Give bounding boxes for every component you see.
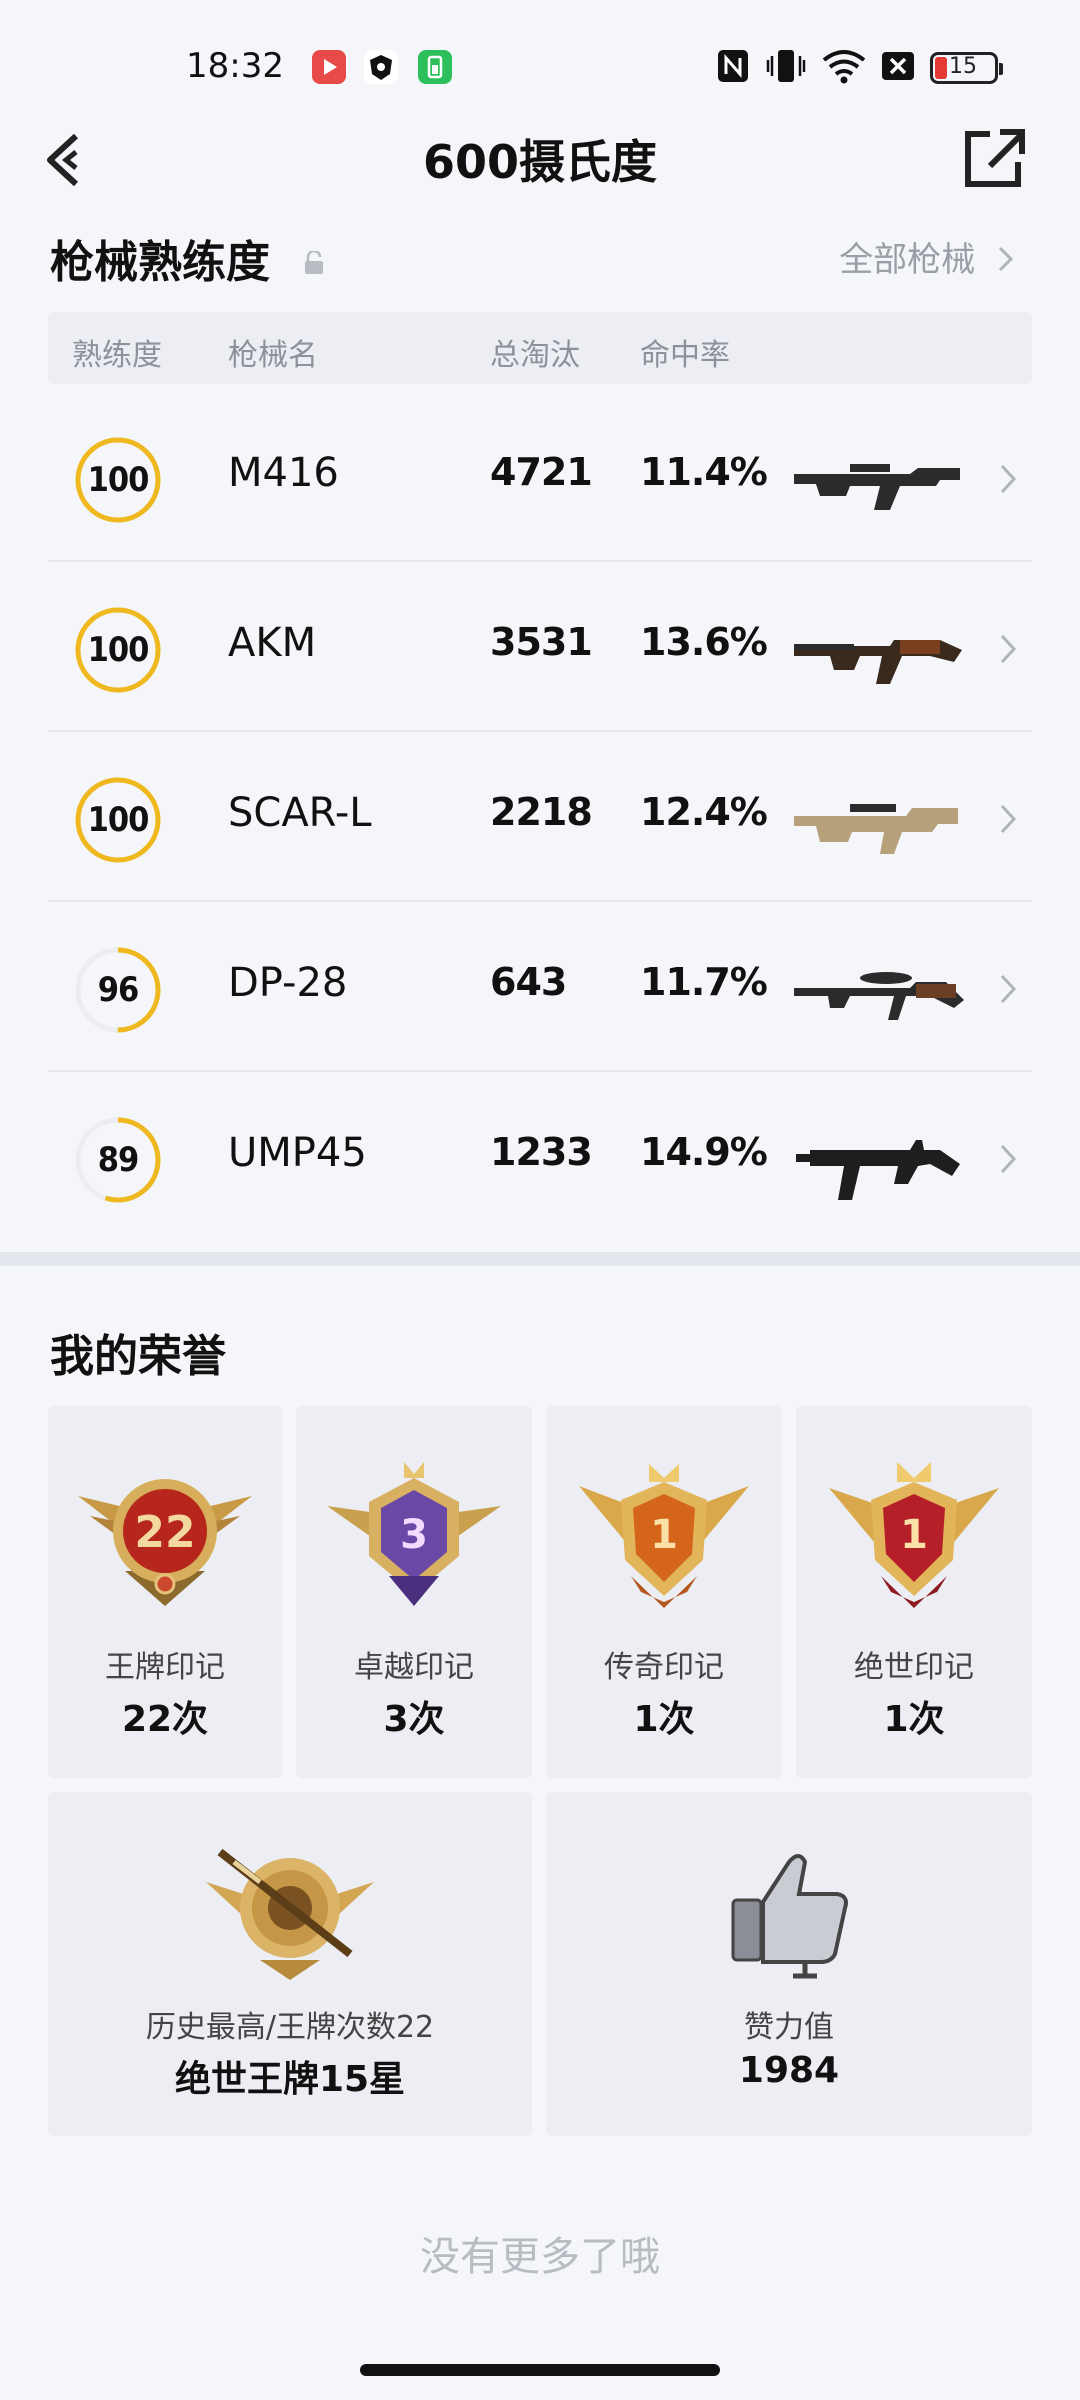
legend-badge-number: 1	[650, 1512, 678, 1558]
battery-app-icon	[418, 50, 452, 84]
share-icon	[965, 129, 1025, 187]
honor-count: 1次	[883, 1699, 945, 1740]
weapon-image	[796, 1140, 960, 1200]
status-time: 18:32	[186, 46, 284, 86]
honor-count: 22次	[121, 1699, 209, 1740]
weapon-hit-rate: 12.4%	[640, 790, 768, 834]
all-weapons-label: 全部枪械	[839, 240, 976, 280]
weapon-section-title: 枪械熟练度	[50, 237, 270, 288]
chevron-right-icon	[998, 246, 1014, 272]
weapon-hit-rate: 13.6%	[640, 620, 768, 664]
proficiency-value: 100	[87, 800, 150, 840]
honor-card-ace[interactable]: 22 王牌印记 22次	[48, 1406, 282, 1778]
honor-card-likes[interactable]: 赞力值 1984	[546, 1792, 1032, 2136]
weapon-section-header: 枪械熟练度 全部枪械	[50, 226, 1030, 290]
honor-label: 绝世印记	[854, 1650, 974, 1685]
sniper-badge-icon	[206, 1848, 374, 1980]
honor-card-peerless[interactable]: 1 绝世印记 1次	[796, 1406, 1032, 1778]
weapon-row[interactable]: 89 UMP45 1233 14.9%	[48, 1072, 1032, 1242]
proficiency-ring: 100	[70, 432, 166, 528]
weapon-kills: 4721	[490, 450, 593, 494]
weapon-name: SCAR-L	[228, 790, 372, 836]
weapon-hit-rate: 11.4%	[640, 450, 768, 494]
legend-badge-icon: 1	[579, 1464, 749, 1608]
proficiency-ring: 100	[70, 772, 166, 868]
proficiency-ring: 96	[70, 942, 166, 1038]
weapon-kills: 1233	[490, 1130, 593, 1174]
col-proficiency: 熟练度	[72, 338, 162, 373]
chevron-right-icon	[1000, 974, 1017, 1004]
likes-label: 赞力值	[744, 2010, 834, 2045]
page-title: 600摄氏度	[422, 135, 658, 189]
home-indicator[interactable]	[360, 2364, 720, 2376]
ace-badge-number: 22	[134, 1507, 195, 1558]
weapon-kills: 2218	[490, 790, 593, 834]
honor-count: 3次	[383, 1699, 445, 1740]
weapon-image	[794, 804, 958, 854]
chevron-right-icon	[1000, 634, 1017, 664]
wifi-icon	[820, 48, 868, 84]
weapon-name: M416	[228, 450, 339, 496]
weapon-name: UMP45	[228, 1130, 367, 1176]
col-weapon-name: 枪械名	[228, 338, 318, 373]
share-button[interactable]	[960, 122, 1028, 194]
proficiency-ring: 89	[70, 1112, 166, 1208]
col-total-kills: 总淘汰	[490, 338, 580, 373]
honor-section-title: 我的荣誉	[50, 1331, 226, 1382]
col-hit-rate: 命中率	[640, 338, 730, 373]
ace-badge-icon: 22	[78, 1479, 252, 1606]
weapon-kills: 3531	[490, 620, 593, 664]
honor-count: 1次	[633, 1699, 695, 1740]
weapon-row[interactable]: 96 DP-28 643 11.7%	[48, 902, 1032, 1072]
likes-value: 1984	[738, 2050, 840, 2091]
end-of-list-note: 没有更多了哦	[420, 2234, 660, 2280]
all-weapons-link[interactable]: 全部枪械	[839, 232, 1016, 281]
weapon-row[interactable]: 100 AKM 3531 13.6%	[48, 562, 1032, 732]
vibrate-icon	[766, 48, 806, 84]
top-bar: 600摄氏度	[0, 110, 1080, 210]
excellence-badge-number: 3	[400, 1512, 428, 1558]
honor-label: 卓越印记	[354, 1650, 474, 1685]
unlock-icon[interactable]	[303, 251, 325, 275]
weapon-table-header: 熟练度 枪械名 总淘汰 命中率	[48, 312, 1032, 384]
weapon-image	[794, 640, 962, 684]
honor-card-highest[interactable]: 历史最高/王牌次数22 绝世王牌15星	[48, 1792, 532, 2136]
sim-disabled-icon	[880, 48, 916, 84]
excellence-badge-icon: 3	[327, 1462, 501, 1606]
nfc-icon	[716, 48, 750, 84]
peerless-badge-number: 1	[900, 1512, 928, 1558]
proficiency-ring: 100	[70, 602, 166, 698]
battery-level: 15	[949, 54, 977, 79]
weapon-kills: 643	[490, 960, 567, 1004]
highest-value: 绝世王牌15星	[174, 2059, 406, 2100]
shield-app-icon	[364, 50, 398, 84]
honor-card-legend[interactable]: 1 传奇印记 1次	[546, 1406, 782, 1778]
proficiency-value: 96	[97, 970, 140, 1010]
thumbs-up-icon	[731, 1854, 848, 1979]
weapon-name: AKM	[228, 620, 317, 666]
highest-label: 历史最高/王牌次数22	[145, 2010, 435, 2045]
weapon-image	[794, 972, 964, 1020]
chevron-right-icon	[1000, 804, 1017, 834]
weapon-hit-rate: 11.7%	[640, 960, 768, 1004]
chevron-right-icon	[1000, 464, 1017, 494]
battery-icon: 15	[930, 52, 1003, 84]
weapon-image	[794, 464, 960, 510]
proficiency-value: 89	[97, 1140, 140, 1180]
weapon-hit-rate: 14.9%	[640, 1130, 768, 1174]
chevron-right-icon	[1000, 1144, 1017, 1174]
weapon-name: DP-28	[228, 960, 348, 1006]
proficiency-value: 100	[87, 460, 150, 500]
proficiency-value: 100	[87, 630, 150, 670]
weapon-row[interactable]: 100 SCAR-L 2218 12.4%	[48, 732, 1032, 902]
honor-label: 传奇印记	[604, 1650, 724, 1685]
peerless-badge-icon: 1	[829, 1462, 999, 1608]
section-divider	[0, 1252, 1080, 1266]
video-app-icon	[312, 50, 346, 84]
honor-section-header: 我的荣誉	[50, 1320, 1030, 1384]
honor-label: 王牌印记	[105, 1650, 225, 1685]
honor-card-excellence[interactable]: 3 卓越印记 3次	[296, 1406, 532, 1778]
weapon-row[interactable]: 100 M416 4721 11.4%	[48, 392, 1032, 562]
